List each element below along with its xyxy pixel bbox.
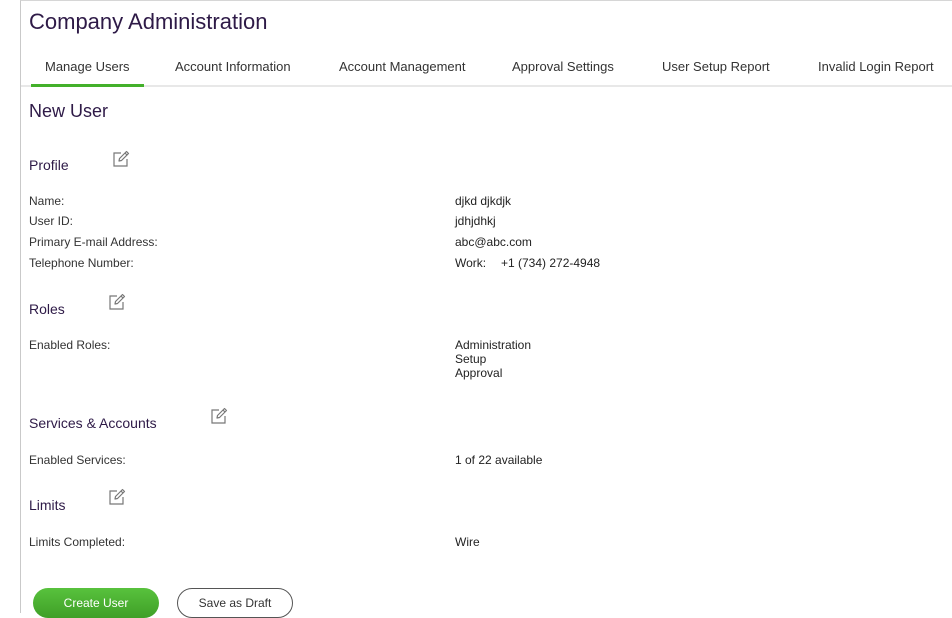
enabled-services-value: 1 of 22 available bbox=[455, 453, 543, 467]
role-item: Setup bbox=[455, 352, 487, 366]
tab-account-management[interactable]: Account Management bbox=[339, 48, 465, 85]
email-value: abc@abc.com bbox=[455, 235, 532, 249]
services-edit-icon[interactable] bbox=[209, 406, 229, 426]
page-title: Company Administration bbox=[29, 9, 268, 34]
tab-approval-settings[interactable]: Approval Settings bbox=[512, 48, 614, 85]
roles-section-title: Roles bbox=[29, 301, 65, 317]
userid-label: User ID: bbox=[29, 214, 74, 228]
limits-section-title: Limits bbox=[29, 497, 66, 513]
profile-section-title: Profile bbox=[29, 157, 69, 173]
tab-account-information[interactable]: Account Information bbox=[175, 48, 291, 85]
roles-edit-icon[interactable] bbox=[107, 292, 127, 312]
enabled-roles-label: Enabled Roles: bbox=[29, 338, 111, 352]
tab-manage-users[interactable]: Manage Users bbox=[31, 48, 144, 87]
tab-user-setup-report[interactable]: User Setup Report bbox=[662, 48, 770, 85]
name-label: Name: bbox=[29, 194, 65, 208]
phone-type: Work: bbox=[455, 256, 487, 270]
save-as-draft-button[interactable]: Save as Draft bbox=[177, 588, 293, 618]
edit-pencil-icon bbox=[109, 293, 126, 310]
limits-edit-icon[interactable] bbox=[107, 487, 127, 507]
edit-pencil-icon bbox=[211, 407, 228, 424]
role-item: Administration bbox=[455, 338, 532, 352]
phone-value: +1 (734) 272-4948 bbox=[501, 256, 601, 270]
tab-invalid-login-report[interactable]: Invalid Login Report bbox=[818, 48, 934, 85]
userid-value: jdhjdhkj bbox=[455, 214, 496, 228]
limits-completed-label: Limits Completed: bbox=[29, 535, 126, 549]
services-section-title: Services & Accounts bbox=[29, 415, 157, 431]
create-user-button[interactable]: Create User bbox=[33, 588, 159, 618]
name-value: djkd djkdjk bbox=[455, 194, 512, 208]
role-item: Approval bbox=[455, 366, 503, 380]
profile-edit-icon[interactable] bbox=[111, 149, 131, 169]
tab-bar: Manage Users Account Information Account… bbox=[21, 48, 952, 87]
limits-completed-value: Wire bbox=[455, 535, 480, 549]
email-label: Primary E-mail Address: bbox=[29, 235, 158, 249]
enabled-services-label: Enabled Services: bbox=[29, 453, 126, 467]
form-title: New User bbox=[29, 101, 109, 121]
admin-panel: Company Administration Manage Users Acco… bbox=[20, 0, 952, 618]
edit-pencil-icon bbox=[113, 150, 130, 167]
edit-pencil-icon bbox=[109, 488, 126, 505]
phone-label: Telephone Number: bbox=[29, 256, 134, 270]
